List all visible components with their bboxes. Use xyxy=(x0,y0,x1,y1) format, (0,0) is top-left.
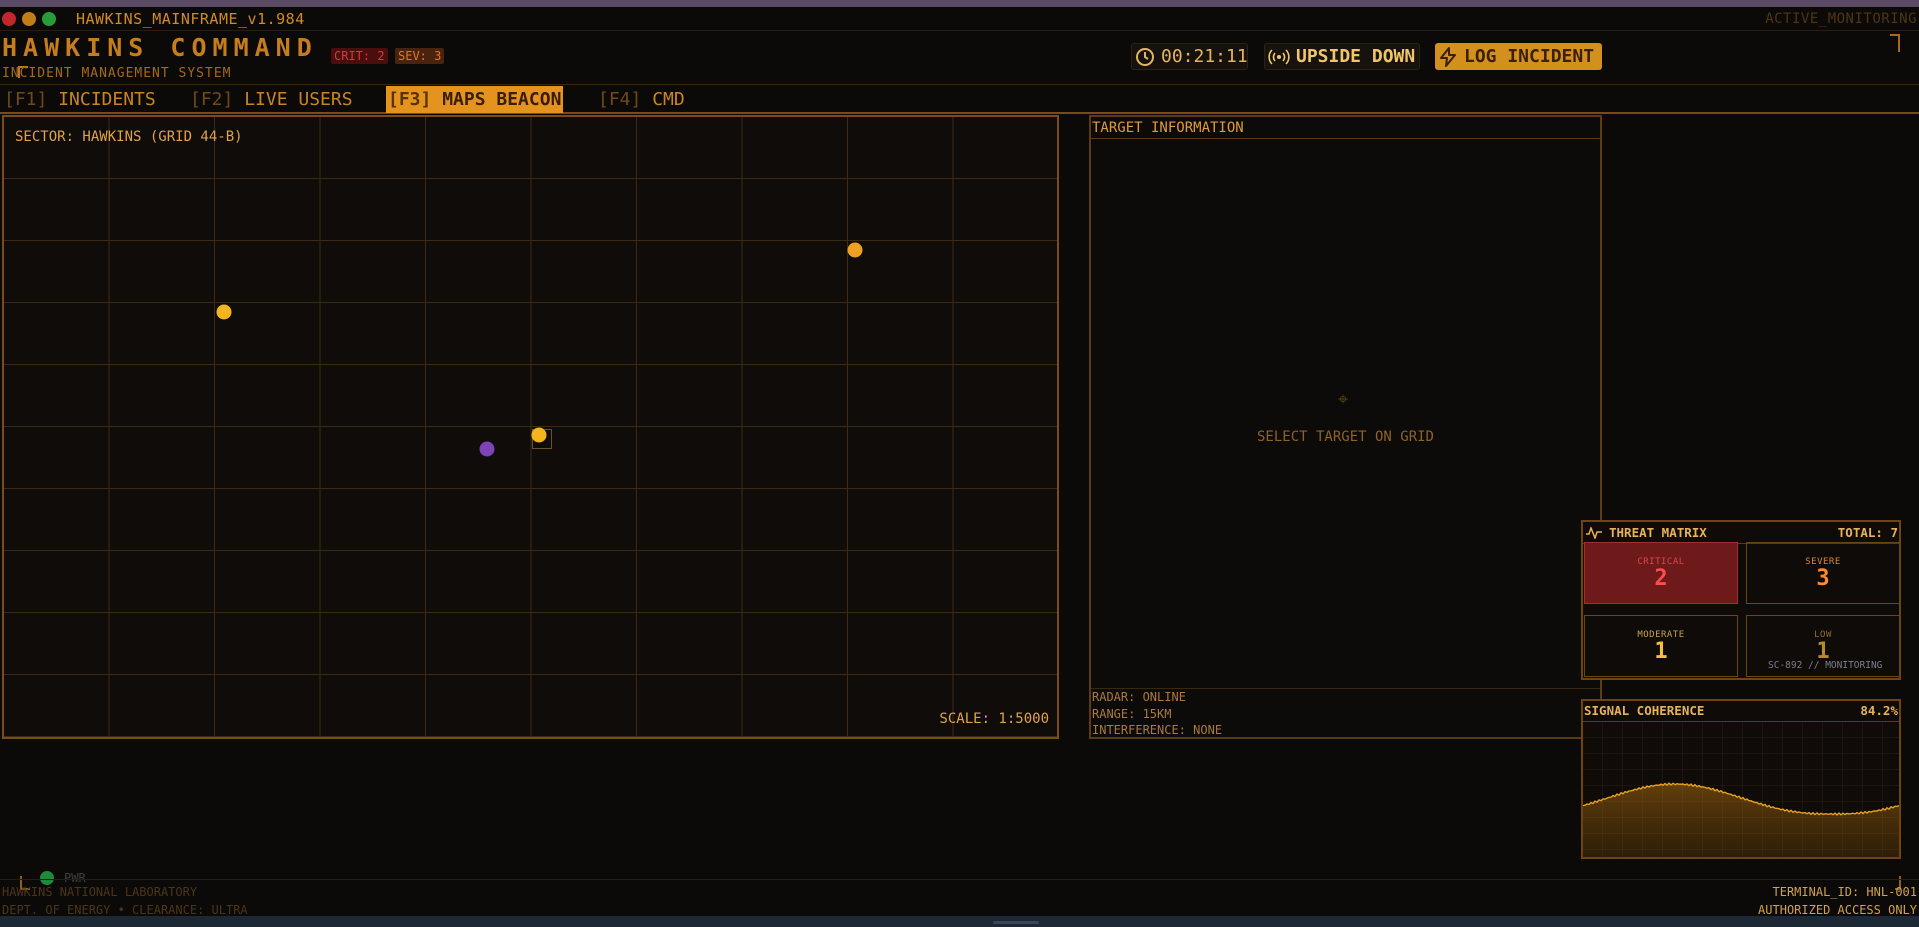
critical-threat-cell[interactable]: CRITICAL 2 xyxy=(1584,542,1738,604)
target-info-panel: TARGET INFORMATION ⌖ SELECT TARGET ON GR… xyxy=(1089,115,1602,739)
pulse-icon xyxy=(1586,527,1602,539)
threat-matrix-title: THREAT MATRIX xyxy=(1609,525,1707,540)
beacon-blip[interactable] xyxy=(847,242,863,258)
moderate-threat-cell[interactable]: MODERATE 1 xyxy=(1584,615,1738,677)
critical-count: 2 xyxy=(1654,566,1668,591)
signal-coherence-header: SIGNAL COHERENCE 84.2% xyxy=(1583,701,1899,722)
corner-bracket-icon xyxy=(1890,34,1900,52)
severe-threat-cell[interactable]: SEVERE 3 xyxy=(1746,542,1900,604)
function-tabs: [F1] INCIDENTS [F2] LIVE USERS [F3] MAPS… xyxy=(0,85,1919,114)
app-brand: HAWKINS COMMAND xyxy=(2,33,318,62)
broadcast-icon xyxy=(1268,48,1290,65)
footer-left: HAWKINS NATIONAL LABORATORY DEPT. OF ENE… xyxy=(2,883,248,919)
log-incident-button[interactable]: LOG INCIDENT xyxy=(1435,43,1602,70)
interference-status-line: INTERFERENCE: NONE xyxy=(1092,723,1223,737)
window-title: HAWKINS_MAINFRAME_v1.984 xyxy=(76,10,305,28)
threat-total: TOTAL: 7 xyxy=(1837,525,1898,540)
title-bar: HAWKINS_MAINFRAME_v1.984 ACTIVE_MONITORI… xyxy=(0,7,1919,31)
threat-matrix-header: THREAT MATRIX TOTAL: 7 xyxy=(1583,522,1899,544)
monitoring-tag: SC-892 // MONITORING xyxy=(1768,660,1883,671)
timer-value: 00:21:11 xyxy=(1161,46,1248,67)
tab-live-users[interactable]: [F2] LIVE USERS xyxy=(188,86,355,113)
footer-right: TERMINAL_ID: HNL-001 AUTHORIZED ACCESS O… xyxy=(1758,883,1917,919)
moderate-count: 1 xyxy=(1654,639,1668,664)
radar-status-line: RADAR: ONLINE xyxy=(1092,690,1186,704)
app-subtitle: INCIDENT MANAGEMENT SYSTEM xyxy=(2,66,232,81)
terminal-id: TERMINAL_ID: HNL-001 xyxy=(1772,885,1918,899)
window-top-stripe xyxy=(0,0,1919,7)
session-timer: 00:21:11 xyxy=(1131,43,1248,70)
beacon-blip[interactable] xyxy=(216,304,232,320)
beacon-map-grid[interactable]: SECTOR: HAWKINS (GRID 44-B) SCALE: 1:500… xyxy=(2,115,1059,739)
beacon-blip[interactable] xyxy=(531,427,547,443)
tab-incidents[interactable]: [F1] INCIDENTS xyxy=(2,86,158,113)
severe-count-badge: SEV: 3 xyxy=(395,48,445,64)
select-target-prompt: SELECT TARGET ON GRID xyxy=(1256,429,1434,445)
taskbar-stripe xyxy=(0,916,1919,927)
signal-coherence-title: SIGNAL COHERENCE xyxy=(1584,703,1705,718)
map-scale: SCALE: 1:5000 xyxy=(939,711,1049,727)
tab-cmd[interactable]: [F4] CMD xyxy=(596,86,687,113)
monitoring-status: ACTIVE_MONITORING xyxy=(1765,11,1917,27)
threat-matrix-panel: THREAT MATRIX TOTAL: 7 CRITICAL 2 SEVERE… xyxy=(1581,520,1901,680)
log-incident-label: LOG INCIDENT xyxy=(1464,46,1595,67)
radar-status: RADAR: ONLINE RANGE: 15KM INTERFERENCE: … xyxy=(1091,688,1600,739)
close-window-button[interactable] xyxy=(2,12,16,26)
app-header: HAWKINS COMMAND INCIDENT MANAGEMENT SYST… xyxy=(0,31,1919,85)
lightning-icon xyxy=(1440,46,1456,67)
tab-maps-beacon[interactable]: [F3] MAPS BEACON xyxy=(386,86,564,113)
maximize-window-button[interactable] xyxy=(42,12,56,26)
minimize-window-button[interactable] xyxy=(22,12,36,26)
app-footer: HAWKINS NATIONAL LABORATORY DEPT. OF ENE… xyxy=(0,879,1919,919)
taskbar-handle xyxy=(993,921,1039,924)
range-status-line: RANGE: 15KM xyxy=(1092,706,1172,721)
upside-down-toggle[interactable]: UPSIDE DOWN xyxy=(1264,43,1420,70)
critical-count-badge: CRIT: 2 xyxy=(331,48,388,64)
lab-name: HAWKINS NATIONAL LABORATORY xyxy=(2,885,198,899)
crosshair-icon: ⌖ xyxy=(1338,389,1349,410)
signal-waveform xyxy=(1583,722,1899,857)
severe-count: 3 xyxy=(1816,566,1830,591)
sector-label: SECTOR: HAWKINS (GRID 44-B) xyxy=(15,129,243,145)
signal-coherence-value: 84.2% xyxy=(1860,703,1898,718)
beacon-blip[interactable] xyxy=(479,441,495,457)
mode-label: UPSIDE DOWN xyxy=(1296,46,1416,67)
clock-icon xyxy=(1136,47,1154,66)
signal-coherence-panel: SIGNAL COHERENCE 84.2% xyxy=(1581,699,1901,859)
target-panel-title: TARGET INFORMATION xyxy=(1091,117,1600,139)
